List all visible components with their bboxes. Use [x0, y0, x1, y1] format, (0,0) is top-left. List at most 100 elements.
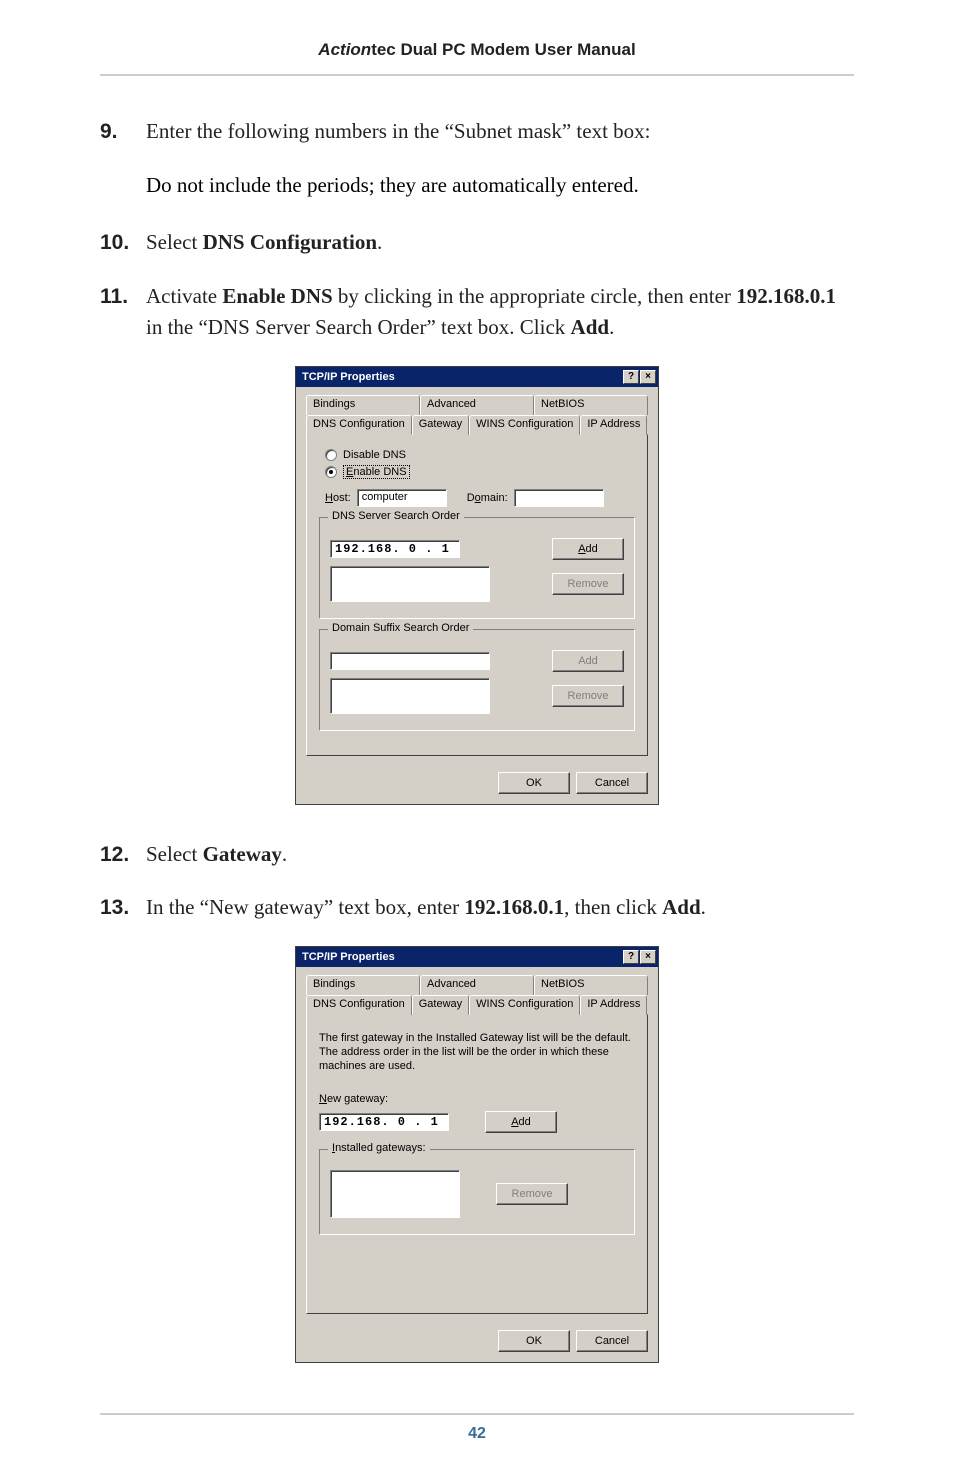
enable-dns-row[interactable]: Enable DNS [325, 465, 635, 479]
step-11: 11. Activate Enable DNS by clicking in t… [100, 281, 854, 344]
gw-remove-button[interactable]: Remove [496, 1183, 568, 1205]
tab-bindings[interactable]: Bindings [306, 395, 420, 415]
step-10-number: 10. [100, 227, 146, 259]
dns-search-order-group: DNS Server Search Order 192.168. 0 . 1 A… [319, 517, 635, 619]
step-10-pre: Select [146, 230, 203, 254]
dns-ip-input[interactable]: 192.168. 0 . 1 [330, 540, 460, 558]
new-gateway-input[interactable]: 192.168. 0 . 1 [319, 1113, 449, 1131]
step-9-sub: Do not include the periods; they are aut… [146, 170, 854, 202]
disable-dns-label: Disable DNS [343, 449, 406, 461]
page-container: Actiontec Dual PC Modem User Manual 9. E… [0, 0, 954, 1475]
step-13-bold1: 192.168.0.1 [464, 895, 564, 919]
step-13-bold2: Add [662, 895, 701, 919]
close-icon[interactable]: × [640, 950, 656, 964]
dns-dialog: TCP/IP Properties ? × Bindings Advanced … [295, 366, 659, 805]
step-11-number: 11. [100, 281, 146, 313]
tab-advanced[interactable]: Advanced [420, 975, 534, 995]
step-11-bold2: 192.168.0.1 [736, 284, 836, 308]
suffix-input[interactable] [330, 652, 490, 670]
gw-titlebar-text: TCP/IP Properties [302, 951, 623, 963]
header-title-rest: Dual PC Modem User Manual [396, 40, 636, 59]
tab-ip-address[interactable]: IP Address [580, 415, 647, 435]
disable-dns-radio[interactable] [325, 449, 337, 461]
host-input[interactable]: computer [357, 489, 447, 507]
gw-tabs-front-row: DNS Configuration Gateway WINS Configura… [306, 995, 648, 1015]
dns-search-order-title: DNS Server Search Order [328, 510, 464, 522]
gw-tabs-back-row: Bindings Advanced NetBIOS [306, 975, 648, 995]
enable-dns-radio[interactable] [325, 466, 337, 478]
installed-gateways-title: Installed gateways: [328, 1142, 430, 1154]
tab-gateway[interactable]: Gateway [412, 415, 469, 435]
step-13-pre: In the “New gateway” text box, enter [146, 895, 464, 919]
suffix-add-button[interactable]: Add [552, 650, 624, 672]
tab-ip-address[interactable]: IP Address [580, 995, 647, 1015]
step-9-body: Enter the following numbers in the “Subn… [146, 116, 854, 148]
tab-dns-configuration[interactable]: DNS Configuration [306, 415, 412, 435]
dns-tabs-front-row: DNS Configuration Gateway WINS Configura… [306, 415, 648, 435]
dns-add-button[interactable]: Add [552, 538, 624, 560]
installed-gateways-group: Installed gateways: Remove [319, 1149, 635, 1235]
help-icon[interactable]: ? [623, 950, 639, 964]
step-9-number: 9. [100, 116, 146, 148]
gw-dialog-body: Bindings Advanced NetBIOS DNS Configurat… [296, 967, 658, 1324]
step-10-post: . [377, 230, 382, 254]
dns-tab-panel: Disable DNS Enable DNS Host: computer Do… [306, 434, 648, 756]
step-12-number: 12. [100, 839, 146, 871]
page-number: 42 [468, 1425, 486, 1442]
step-10-body: Select DNS Configuration. [146, 227, 854, 259]
step-12-post: . [282, 842, 287, 866]
host-domain-row: Host: computer Domain: [325, 489, 635, 507]
content: 9. Enter the following numbers in the “S… [100, 76, 854, 1363]
tab-wins-configuration[interactable]: WINS Configuration [469, 995, 580, 1015]
new-gateway-label: New gateway: [319, 1093, 635, 1105]
help-icon[interactable]: ? [623, 370, 639, 384]
enable-dns-label: Enable DNS [343, 465, 410, 479]
page-header: Actiontec Dual PC Modem User Manual [100, 40, 854, 76]
step-10: 10. Select DNS Configuration. [100, 227, 854, 259]
dns-tabs-back-row: Bindings Advanced NetBIOS [306, 395, 648, 415]
step-11-bold1: Enable DNS [222, 284, 332, 308]
tab-netbios[interactable]: NetBIOS [534, 395, 648, 415]
suffix-list-remove-row: Remove [330, 678, 624, 714]
dns-remove-button[interactable]: Remove [552, 573, 624, 595]
gw-description: The first gateway in the Installed Gatew… [319, 1031, 635, 1074]
dns-server-listbox[interactable] [330, 566, 490, 602]
dns-dialog-body: Bindings Advanced NetBIOS DNS Configurat… [296, 387, 658, 766]
installed-gw-row: Remove [330, 1170, 624, 1218]
installed-gateways-listbox[interactable] [330, 1170, 460, 1218]
tab-advanced[interactable]: Advanced [420, 395, 534, 415]
gateway-dialog: TCP/IP Properties ? × Bindings Advanced … [295, 946, 659, 1363]
dns-dialog-wrap: TCP/IP Properties ? × Bindings Advanced … [100, 366, 854, 805]
gw-titlebar[interactable]: TCP/IP Properties ? × [296, 947, 658, 967]
step-12: 12. Select Gateway. [100, 839, 854, 871]
dns-titlebar[interactable]: TCP/IP Properties ? × [296, 367, 658, 387]
step-12-body: Select Gateway. [146, 839, 854, 871]
gw-add-button[interactable]: Add [485, 1111, 557, 1133]
suffix-remove-button[interactable]: Remove [552, 685, 624, 707]
gw-tab-panel: The first gateway in the Installed Gatew… [306, 1014, 648, 1314]
dns-cancel-button[interactable]: Cancel [576, 772, 648, 794]
step-12-bold: Gateway [203, 842, 282, 866]
tab-dns-configuration[interactable]: DNS Configuration [306, 995, 412, 1015]
dns-ok-button[interactable]: OK [498, 772, 570, 794]
close-icon[interactable]: × [640, 370, 656, 384]
tab-netbios[interactable]: NetBIOS [534, 975, 648, 995]
gw-ok-button[interactable]: OK [498, 1330, 570, 1352]
suffix-listbox[interactable] [330, 678, 490, 714]
tab-bindings[interactable]: Bindings [306, 975, 420, 995]
tab-gateway[interactable]: Gateway [412, 995, 469, 1015]
gw-cancel-button[interactable]: Cancel [576, 1330, 648, 1352]
step-11-post1: in the “DNS Server Search Order” text bo… [146, 315, 571, 339]
domain-input[interactable] [514, 489, 604, 507]
new-gateway-row: 192.168. 0 . 1 Add [319, 1111, 635, 1133]
step-12-pre: Select [146, 842, 203, 866]
tab-wins-configuration[interactable]: WINS Configuration [469, 415, 580, 435]
domain-label: Domain: [467, 492, 508, 504]
step-10-bold: DNS Configuration [203, 230, 377, 254]
disable-dns-row[interactable]: Disable DNS [325, 449, 635, 461]
domain-suffix-group: Domain Suffix Search Order Add Remove [319, 629, 635, 731]
step-11-post2: . [609, 315, 614, 339]
step-11-mid: by clicking in the appropriate circle, t… [333, 284, 737, 308]
step-11-bold3: Add [571, 315, 610, 339]
host-label: Host: [325, 492, 351, 504]
